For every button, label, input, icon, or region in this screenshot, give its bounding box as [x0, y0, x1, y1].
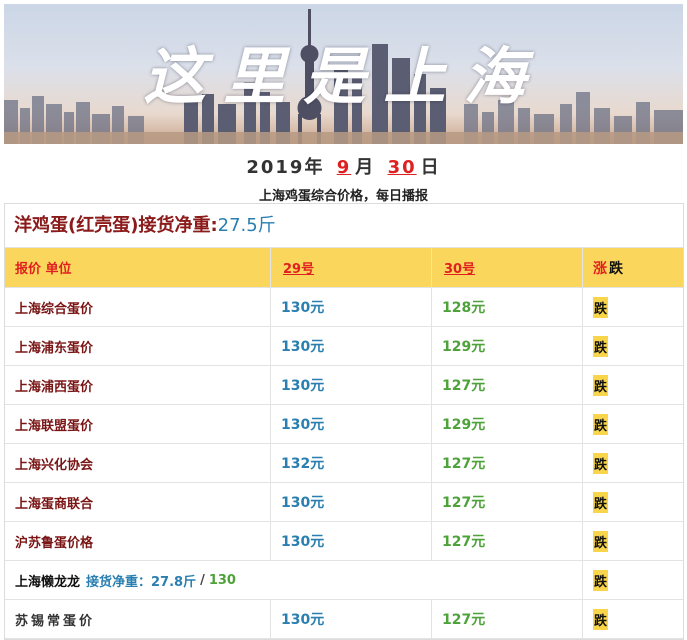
special-row-separator: /: [200, 572, 205, 588]
row-price-29: 130元: [271, 327, 432, 365]
table-header-row: 报价 单位 29号 30号 涨跌: [5, 248, 683, 288]
row-price-30: 127元: [432, 366, 583, 404]
date-month: 9: [336, 157, 352, 178]
row-trend: 跌: [593, 413, 609, 435]
header-day-30: 30号: [432, 248, 583, 287]
row-price-29: 132元: [271, 444, 432, 482]
row-price-30: 127元: [432, 483, 583, 521]
banner-title: 这里是上海: [143, 40, 544, 113]
row-name: 上海综合蛋价: [5, 288, 271, 326]
row-trend: 跌: [593, 374, 609, 396]
row-trend: 跌: [593, 530, 609, 552]
row-name: 上海浦西蛋价: [5, 366, 271, 404]
row-trend: 跌: [593, 569, 609, 591]
row-trend: 跌: [593, 296, 609, 318]
table-caption: 洋鸡蛋(红壳蛋)接货净重:27.5斤: [5, 204, 683, 248]
row-price-29: 130元: [271, 366, 432, 404]
table-row: 苏锡常蛋价 130元 127元 跌: [5, 600, 683, 639]
row-trend: 跌: [593, 335, 609, 357]
date-year: 2019年: [246, 157, 325, 178]
table-row: 上海综合蛋价 130元 128元 跌: [5, 288, 683, 327]
row-trend: 跌: [593, 452, 609, 474]
row-name: 上海蛋商联合: [5, 483, 271, 521]
row-price-29: 130元: [271, 600, 432, 638]
row-price-30: 129元: [432, 405, 583, 443]
row-trend: 跌: [593, 491, 609, 513]
row-price-29: 130元: [271, 522, 432, 560]
date-month-unit: 月: [355, 157, 376, 178]
row-price-29: 130元: [271, 483, 432, 521]
table-row: 上海联盟蛋价 130元 129元 跌: [5, 405, 683, 444]
caption-weight: 27.5斤: [217, 215, 276, 236]
row-price-29: 130元: [271, 288, 432, 326]
date-day: 30: [387, 157, 417, 178]
row-price-30: 127元: [432, 444, 583, 482]
table-row: 上海蛋商联合 130元 127元 跌: [5, 483, 683, 522]
subtitle: 上海鸡蛋综合价格，每日播报: [258, 189, 428, 204]
header-unit: 报价 单位: [5, 248, 271, 287]
row-price-30: 128元: [432, 288, 583, 326]
row-trend: 跌: [593, 608, 609, 630]
row-price-30: 127元: [432, 600, 583, 638]
caption-text: 洋鸡蛋(红壳蛋)接货净重:: [14, 215, 218, 236]
egg-price-table: 洋鸡蛋(红壳蛋)接货净重:27.5斤 报价 单位 29号 30号 涨跌 上海综合…: [4, 203, 684, 640]
date-day-unit: 日: [420, 157, 441, 178]
row-name: 苏锡常蛋价: [5, 600, 271, 638]
row-price-30: 127元: [432, 522, 583, 560]
date-line: 2019年 9月 30 日: [0, 153, 687, 179]
table-row: 上海浦东蛋价 130元 129元 跌: [5, 327, 683, 366]
special-row-info: 上海懒龙龙 接货净重：27.8斤 / 130: [5, 561, 583, 599]
table-row-special: 上海懒龙龙 接货净重：27.8斤 / 130 跌: [5, 561, 683, 600]
banner-image: 这里是上海: [4, 4, 683, 144]
row-name: 上海联盟蛋价: [5, 405, 271, 443]
row-price-30: 129元: [432, 327, 583, 365]
table-row: 上海浦西蛋价 130元 127元 跌: [5, 366, 683, 405]
row-price-29: 130元: [271, 405, 432, 443]
special-row-weight: 接货净重：27.8斤: [86, 574, 197, 590]
row-name: 沪苏鲁蛋价格: [5, 522, 271, 560]
header-rise: 涨: [593, 260, 607, 277]
header-day-29: 29号: [271, 248, 432, 287]
table-row: 沪苏鲁蛋价格 130元 127元 跌: [5, 522, 683, 561]
table-row: 上海兴化协会 132元 127元 跌: [5, 444, 683, 483]
special-row-name: 上海懒龙龙: [15, 574, 81, 590]
row-name: 上海兴化协会: [5, 444, 271, 482]
header-fall: 跌: [609, 260, 623, 277]
special-row-price: 130: [208, 572, 236, 588]
header-trend: 涨跌: [583, 248, 683, 287]
row-name: 上海浦东蛋价: [5, 327, 271, 365]
